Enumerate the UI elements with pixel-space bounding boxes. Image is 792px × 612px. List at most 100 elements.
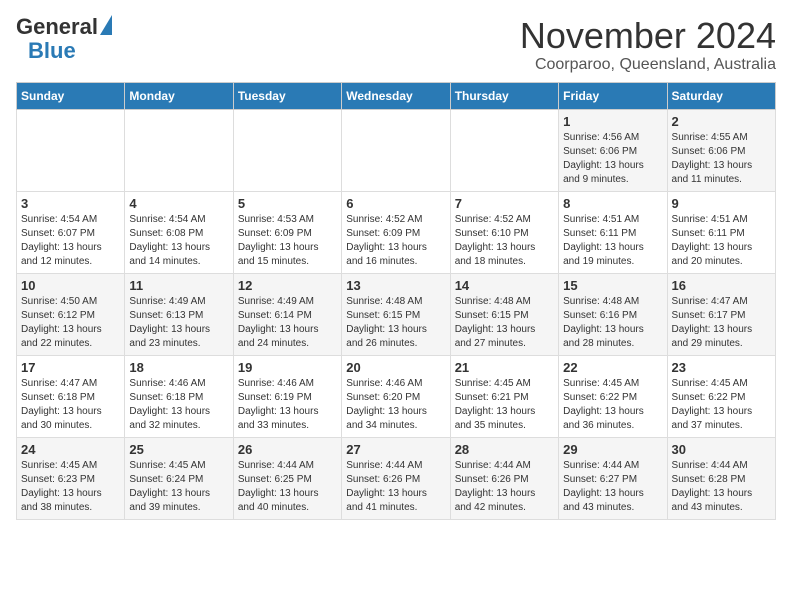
calendar-header-sunday: Sunday bbox=[17, 82, 125, 109]
calendar-day-cell: 7Sunrise: 4:52 AMSunset: 6:10 PMDaylight… bbox=[450, 191, 558, 273]
calendar-day-cell: 8 Sunrise: 4:51 AMSunset: 6:11 PMDaylight… bbox=[559, 191, 667, 273]
day-info: Sunrise: 4:46 AMSunset: 6:19 PMDaylight:… bbox=[238, 377, 337, 433]
calendar-header-thursday: Thursday bbox=[450, 82, 558, 109]
day-info: Sunrise: 4:44 AMSunset: 6:26 PMDaylight:… bbox=[455, 459, 554, 515]
day-info: Sunrise: 4:55 AMSunset: 6:06 PMDaylight:… bbox=[672, 131, 771, 187]
calendar-day-cell: 22 Sunrise: 4:45 AMSunset: 6:22 PMDayligh… bbox=[559, 355, 667, 437]
calendar-week-row: 3 Sunrise: 4:54 AMSunset: 6:07 PMDaylight… bbox=[17, 191, 776, 273]
logo-triangle-icon bbox=[100, 15, 112, 35]
day-info: Sunrise: 4:48 AMSunset: 6:15 PMDaylight:… bbox=[455, 295, 554, 351]
calendar-week-row: 1 Sunrise: 4:56 AMSunset: 6:06 PMDaylight… bbox=[17, 109, 776, 191]
day-number: 19 bbox=[238, 360, 337, 375]
calendar-day-cell bbox=[450, 109, 558, 191]
calendar-day-cell: 28 Sunrise: 4:44 AMSunset: 6:26 PMDayligh… bbox=[450, 437, 558, 519]
day-number: 16 bbox=[672, 278, 771, 293]
calendar-day-cell: 29 Sunrise: 4:44 AMSunset: 6:27 PMDayligh… bbox=[559, 437, 667, 519]
day-number: 18 bbox=[129, 360, 228, 375]
calendar-day-cell: 19 Sunrise: 4:46 AMSunset: 6:19 PMDayligh… bbox=[233, 355, 341, 437]
day-info: Sunrise: 4:53 AMSunset: 6:09 PMDaylight:… bbox=[238, 213, 337, 269]
day-info: Sunrise: 4:54 AMSunset: 6:07 PMDaylight:… bbox=[21, 213, 120, 269]
day-number: 6 bbox=[346, 196, 445, 211]
day-number: 12 bbox=[238, 278, 337, 293]
day-info: Sunrise: 4:56 AMSunset: 6:06 PMDaylight:… bbox=[563, 131, 662, 187]
day-info: Sunrise: 4:46 AMSunset: 6:20 PMDaylight:… bbox=[346, 377, 445, 433]
day-info: Sunrise: 4:48 AMSunset: 6:15 PMDaylight:… bbox=[346, 295, 445, 351]
page-title: November 2024 bbox=[520, 16, 776, 56]
day-info: Sunrise: 4:45 AMSunset: 6:22 PMDaylight:… bbox=[672, 377, 771, 433]
calendar-day-cell: 20Sunrise: 4:46 AMSunset: 6:20 PMDayligh… bbox=[342, 355, 450, 437]
calendar-day-cell: 24Sunrise: 4:45 AMSunset: 6:23 PMDayligh… bbox=[17, 437, 125, 519]
calendar-day-cell: 23 Sunrise: 4:45 AMSunset: 6:22 PMDayligh… bbox=[667, 355, 775, 437]
day-number: 23 bbox=[672, 360, 771, 375]
day-number: 4 bbox=[129, 196, 228, 211]
calendar-header-row: SundayMondayTuesdayWednesdayThursdayFrid… bbox=[17, 82, 776, 109]
calendar-day-cell bbox=[233, 109, 341, 191]
day-info: Sunrise: 4:54 AMSunset: 6:08 PMDaylight:… bbox=[129, 213, 228, 269]
calendar-week-row: 10 Sunrise: 4:50 AMSunset: 6:12 PMDayligh… bbox=[17, 273, 776, 355]
page-subtitle: Coorparoo, Queensland, Australia bbox=[520, 56, 776, 74]
logo-blue-text: Blue bbox=[28, 38, 76, 64]
calendar-header-monday: Monday bbox=[125, 82, 233, 109]
day-info: Sunrise: 4:44 AMSunset: 6:27 PMDaylight:… bbox=[563, 459, 662, 515]
calendar-week-row: 24Sunrise: 4:45 AMSunset: 6:23 PMDayligh… bbox=[17, 437, 776, 519]
calendar-table: SundayMondayTuesdayWednesdayThursdayFrid… bbox=[16, 82, 776, 520]
day-number: 22 bbox=[563, 360, 662, 375]
logo: General Blue bbox=[16, 16, 112, 64]
calendar-week-row: 17Sunrise: 4:47 AMSunset: 6:18 PMDayligh… bbox=[17, 355, 776, 437]
day-info: Sunrise: 4:45 AMSunset: 6:24 PMDaylight:… bbox=[129, 459, 228, 515]
day-number: 28 bbox=[455, 442, 554, 457]
day-info: Sunrise: 4:50 AMSunset: 6:12 PMDaylight:… bbox=[21, 295, 120, 351]
day-number: 26 bbox=[238, 442, 337, 457]
calendar-day-cell: 18 Sunrise: 4:46 AMSunset: 6:18 PMDayligh… bbox=[125, 355, 233, 437]
day-number: 14 bbox=[455, 278, 554, 293]
day-number: 8 bbox=[563, 196, 662, 211]
page-header: General Blue November 2024 Coorparoo, Qu… bbox=[16, 16, 776, 74]
calendar-day-cell: 2 Sunrise: 4:55 AMSunset: 6:06 PMDaylight… bbox=[667, 109, 775, 191]
day-number: 25 bbox=[129, 442, 228, 457]
calendar-day-cell: 30 Sunrise: 4:44 AMSunset: 6:28 PMDayligh… bbox=[667, 437, 775, 519]
day-info: Sunrise: 4:45 AMSunset: 6:22 PMDaylight:… bbox=[563, 377, 662, 433]
calendar-day-cell: 27 Sunrise: 4:44 AMSunset: 6:26 PMDayligh… bbox=[342, 437, 450, 519]
day-info: Sunrise: 4:45 AMSunset: 6:21 PMDaylight:… bbox=[455, 377, 554, 433]
calendar-day-cell: 15 Sunrise: 4:48 AMSunset: 6:16 PMDayligh… bbox=[559, 273, 667, 355]
day-number: 1 bbox=[563, 114, 662, 129]
calendar-day-cell bbox=[342, 109, 450, 191]
day-number: 10 bbox=[21, 278, 120, 293]
day-info: Sunrise: 4:45 AMSunset: 6:23 PMDaylight:… bbox=[21, 459, 120, 515]
day-number: 21 bbox=[455, 360, 554, 375]
day-number: 3 bbox=[21, 196, 120, 211]
day-info: Sunrise: 4:46 AMSunset: 6:18 PMDaylight:… bbox=[129, 377, 228, 433]
day-number: 5 bbox=[238, 196, 337, 211]
calendar-day-cell: 12Sunrise: 4:49 AMSunset: 6:14 PMDayligh… bbox=[233, 273, 341, 355]
day-info: Sunrise: 4:51 AMSunset: 6:11 PMDaylight:… bbox=[563, 213, 662, 269]
day-number: 2 bbox=[672, 114, 771, 129]
day-number: 7 bbox=[455, 196, 554, 211]
day-number: 9 bbox=[672, 196, 771, 211]
calendar-day-cell: 4 Sunrise: 4:54 AMSunset: 6:08 PMDaylight… bbox=[125, 191, 233, 273]
calendar-day-cell: 16Sunrise: 4:47 AMSunset: 6:17 PMDayligh… bbox=[667, 273, 775, 355]
day-number: 30 bbox=[672, 442, 771, 457]
calendar-day-cell: 14 Sunrise: 4:48 AMSunset: 6:15 PMDayligh… bbox=[450, 273, 558, 355]
day-info: Sunrise: 4:49 AMSunset: 6:13 PMDaylight:… bbox=[129, 295, 228, 351]
day-info: Sunrise: 4:52 AMSunset: 6:09 PMDaylight:… bbox=[346, 213, 445, 269]
day-number: 17 bbox=[21, 360, 120, 375]
calendar-day-cell: 11 Sunrise: 4:49 AMSunset: 6:13 PMDayligh… bbox=[125, 273, 233, 355]
day-number: 29 bbox=[563, 442, 662, 457]
day-number: 27 bbox=[346, 442, 445, 457]
day-number: 15 bbox=[563, 278, 662, 293]
day-info: Sunrise: 4:44 AMSunset: 6:26 PMDaylight:… bbox=[346, 459, 445, 515]
day-number: 13 bbox=[346, 278, 445, 293]
day-info: Sunrise: 4:48 AMSunset: 6:16 PMDaylight:… bbox=[563, 295, 662, 351]
calendar-header-wednesday: Wednesday bbox=[342, 82, 450, 109]
calendar-day-cell: 10 Sunrise: 4:50 AMSunset: 6:12 PMDayligh… bbox=[17, 273, 125, 355]
calendar-day-cell bbox=[17, 109, 125, 191]
calendar-day-cell: 6 Sunrise: 4:52 AMSunset: 6:09 PMDaylight… bbox=[342, 191, 450, 273]
calendar-day-cell: 25 Sunrise: 4:45 AMSunset: 6:24 PMDayligh… bbox=[125, 437, 233, 519]
calendar-day-cell: 5 Sunrise: 4:53 AMSunset: 6:09 PMDaylight… bbox=[233, 191, 341, 273]
day-number: 11 bbox=[129, 278, 228, 293]
calendar-day-cell: 9Sunrise: 4:51 AMSunset: 6:11 PMDaylight… bbox=[667, 191, 775, 273]
day-info: Sunrise: 4:44 AMSunset: 6:28 PMDaylight:… bbox=[672, 459, 771, 515]
calendar-day-cell: 21 Sunrise: 4:45 AMSunset: 6:21 PMDayligh… bbox=[450, 355, 558, 437]
calendar-header-tuesday: Tuesday bbox=[233, 82, 341, 109]
calendar-day-cell: 17Sunrise: 4:47 AMSunset: 6:18 PMDayligh… bbox=[17, 355, 125, 437]
